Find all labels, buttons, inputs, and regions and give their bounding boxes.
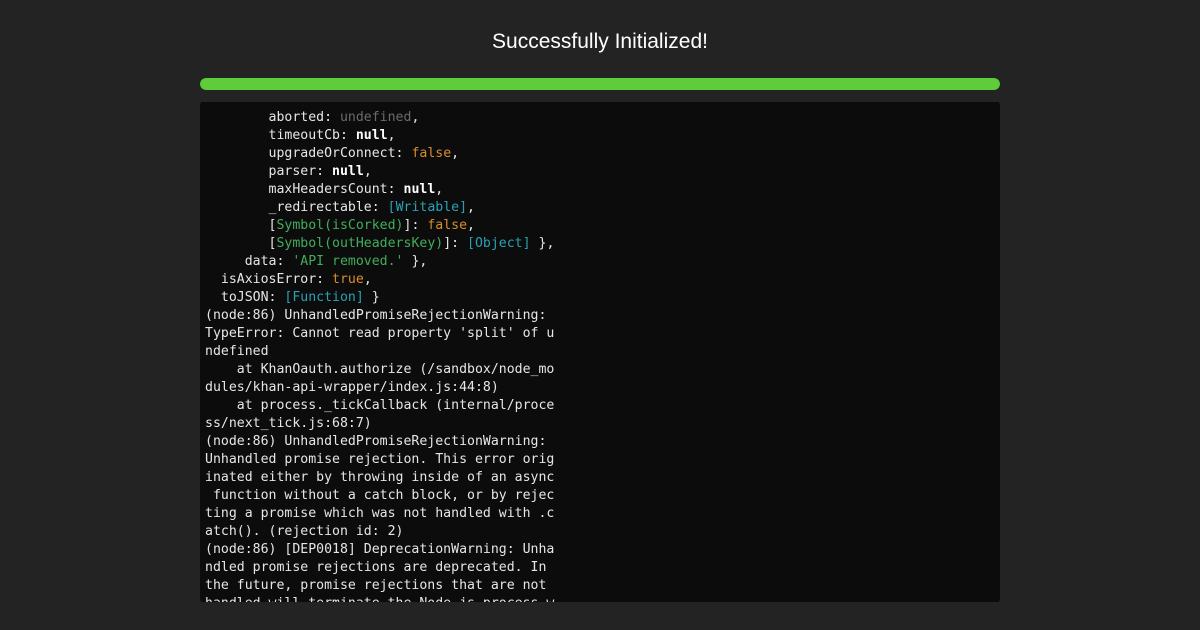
console-line: timeoutCb: null,: [205, 127, 565, 145]
console-line: [Symbol(outHeadersKey)]: [Object] },: [205, 235, 565, 253]
console-token: ,: [387, 128, 396, 143]
console-token: undefined: [339, 110, 412, 125]
console-token: ndefined: [205, 344, 269, 359]
console-token: [: [205, 236, 277, 251]
console-line: [Symbol(isCorked)]: false,: [205, 217, 565, 235]
console-token: [: [205, 218, 277, 233]
console-line: aborted: undefined,: [205, 109, 565, 127]
console-token: null: [355, 128, 388, 143]
console-token: data:: [205, 254, 293, 269]
console-token: ,: [467, 218, 475, 233]
console-token: false: [427, 218, 468, 233]
console-line: (node:86) UnhandledPromiseRejectionWarni…: [205, 307, 565, 325]
console-line: handled will terminate the Node.js proce…: [205, 595, 565, 602]
console-token: ,: [411, 110, 420, 125]
console-line: upgradeOrConnect: false,: [205, 145, 565, 163]
console-token: false: [411, 146, 452, 161]
console-token: ting a promise which was not handled wit…: [205, 506, 555, 521]
console-token: [Object]: [467, 236, 531, 251]
console-line: ndefined: [205, 343, 565, 361]
console-token: },: [530, 236, 555, 251]
page-title: Successfully Initialized!: [492, 30, 708, 53]
console-token: ]:: [443, 236, 468, 251]
console-token: ndled promise rejections are deprecated.…: [205, 560, 547, 575]
console-token: isAxiosError:: [205, 272, 333, 287]
console-token: TypeError: Cannot read property 'split' …: [205, 326, 555, 341]
console-line: function without a catch block, or by re…: [205, 487, 565, 505]
console-token: ss/next_tick.js:68:7): [205, 416, 372, 431]
console-line: ss/next_tick.js:68:7): [205, 415, 565, 433]
console-token: maxHeadersCount:: [205, 182, 404, 197]
console-line: toJSON: [Function] }: [205, 289, 565, 307]
console-token: atch(). (rejection id: 2): [205, 524, 404, 539]
console-token: toJSON:: [205, 290, 285, 305]
console-line: at KhanOauth.authorize (/sandbox/node_mo: [205, 361, 565, 379]
progress-bar-fill: [200, 78, 1000, 90]
console-token: at process._tickCallback (internal/proce: [205, 398, 555, 413]
console-token: [Writable]: [387, 200, 468, 215]
console-line: parser: null,: [205, 163, 565, 181]
console-token: inated either by throwing inside of an a…: [205, 470, 555, 485]
console-token: ]:: [403, 218, 428, 233]
console-token: ,: [363, 272, 372, 287]
console-token: Symbol(outHeadersKey): [276, 236, 444, 251]
console-line: at process._tickCallback (internal/proce: [205, 397, 565, 415]
console-token: true: [332, 272, 364, 287]
console-line: dules/khan-api-wrapper/index.js:44:8): [205, 379, 565, 397]
console-token: },: [403, 254, 428, 269]
console-token: (node:86) UnhandledPromiseRejectionWarni…: [205, 434, 547, 449]
console-token: upgradeOrConnect:: [205, 146, 412, 161]
progress-bar: [200, 78, 1000, 90]
console-token: [Function]: [284, 290, 364, 305]
console-token: _redirectable:: [205, 200, 388, 215]
console-line: the future, promise rejections that are …: [205, 577, 565, 595]
console-line: (node:86) [DEP0018] DeprecationWarning: …: [205, 541, 565, 559]
console-line: ndled promise rejections are deprecated.…: [205, 559, 565, 577]
console-line: isAxiosError: true,: [205, 271, 565, 289]
console-token: ,: [435, 182, 444, 197]
console-token: }: [363, 290, 380, 305]
console-token: ,: [467, 200, 475, 215]
console-token: ,: [451, 146, 460, 161]
console-token: Unhandled promise rejection. This error …: [205, 452, 555, 467]
console-token: function without a catch block, or by re…: [205, 488, 555, 503]
console-line: atch(). (rejection id: 2): [205, 523, 565, 541]
console-line: ting a promise which was not handled wit…: [205, 505, 565, 523]
console-token: null: [403, 182, 436, 197]
console-line: TypeError: Cannot read property 'split' …: [205, 325, 565, 343]
console-line: (node:86) UnhandledPromiseRejectionWarni…: [205, 433, 565, 451]
console-token: ,: [363, 164, 372, 179]
console-token: Symbol(isCorked): [276, 218, 404, 233]
console-token: handled will terminate the Node.js proce…: [205, 596, 554, 602]
console-line: _redirectable: [Writable],: [205, 199, 565, 217]
console-token: null: [332, 164, 364, 179]
console-token: the future, promise rejections that are …: [205, 578, 547, 593]
console-token: timeoutCb:: [205, 128, 356, 143]
console-line: maxHeadersCount: null,: [205, 181, 565, 199]
console-line: data: 'API removed.' },: [205, 253, 565, 271]
console-token: 'API removed.': [292, 254, 404, 269]
console-token: at KhanOauth.authorize (/sandbox/node_mo: [205, 362, 555, 377]
console-token: (node:86) UnhandledPromiseRejectionWarni…: [205, 308, 547, 323]
console-output[interactable]: aborted: undefined, timeoutCb: null, upg…: [200, 102, 1000, 602]
console-line: inated either by throwing inside of an a…: [205, 469, 565, 487]
console-token: aborted:: [205, 110, 340, 125]
console-token: (node:86) [DEP0018] DeprecationWarning: …: [205, 542, 555, 557]
console-line: Unhandled promise rejection. This error …: [205, 451, 565, 469]
console-token: dules/khan-api-wrapper/index.js:44:8): [205, 380, 499, 395]
console-token: parser:: [205, 164, 333, 179]
console-lines: aborted: undefined, timeoutCb: null, upg…: [205, 109, 565, 602]
